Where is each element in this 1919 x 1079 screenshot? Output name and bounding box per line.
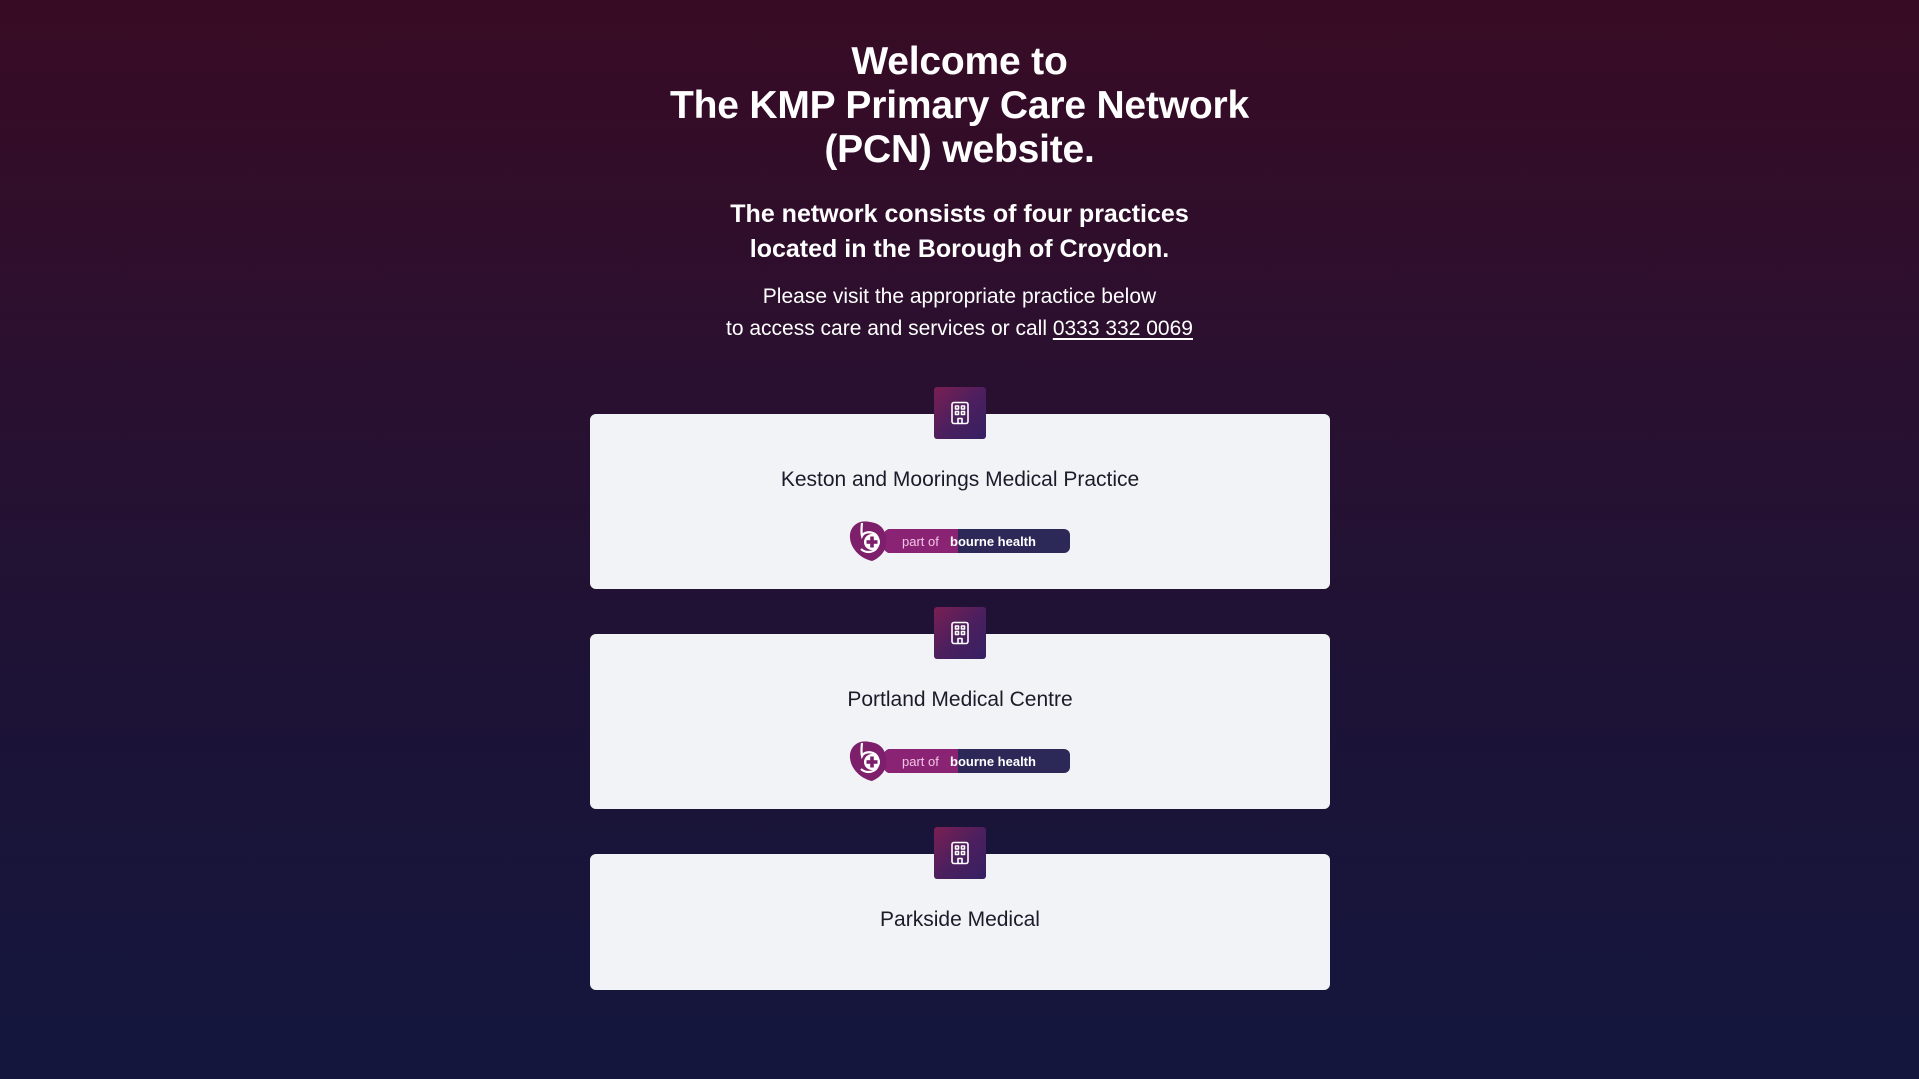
hero-section: Welcome to The KMP Primary Care Network … <box>0 40 1919 345</box>
building-icon <box>934 607 986 659</box>
badge-prefix: part of <box>902 754 939 769</box>
phone-link[interactable]: 0333 332 0069 <box>1053 317 1193 340</box>
title-line: The KMP Primary Care Network <box>670 84 1249 127</box>
building-icon <box>934 827 986 879</box>
practice-card-wrapper: Portland Medical Centre part of bourne h… <box>590 607 1330 809</box>
intro-line: Please visit the appropriate practice be… <box>762 285 1157 308</box>
building-icon <box>934 387 986 439</box>
badge-brand: bourne health <box>950 534 1036 549</box>
subtitle-line: located in the Borough of Croydon. <box>749 235 1170 263</box>
practice-card-wrapper: Parkside Medical <box>590 827 1330 990</box>
badge-prefix: part of <box>902 534 939 549</box>
page-subtitle: The network consists of four practices l… <box>0 197 1919 267</box>
practice-card-keston-moorings[interactable]: Keston and Moorings Medical Practice par… <box>590 414 1330 589</box>
intro-line: to access care and services or call 0333… <box>0 313 1919 345</box>
intro-line-prefix: to access care and services or call <box>726 317 1053 340</box>
subtitle-line: The network consists of four practices <box>730 200 1189 228</box>
title-line: Welcome to <box>851 40 1068 83</box>
bourne-health-badge: part of bourne health <box>848 520 1072 562</box>
title-line: (PCN) website. <box>824 128 1095 171</box>
intro-text: Please visit the appropriate practice be… <box>0 281 1919 345</box>
badge-brand: bourne health <box>950 754 1036 769</box>
practice-card-portland[interactable]: Portland Medical Centre part of bourne h… <box>590 634 1330 809</box>
bourne-health-badge: part of bourne health <box>848 740 1072 782</box>
practice-card-wrapper: Keston and Moorings Medical Practice par… <box>590 387 1330 589</box>
page-title: Welcome to The KMP Primary Care Network … <box>0 40 1919 172</box>
